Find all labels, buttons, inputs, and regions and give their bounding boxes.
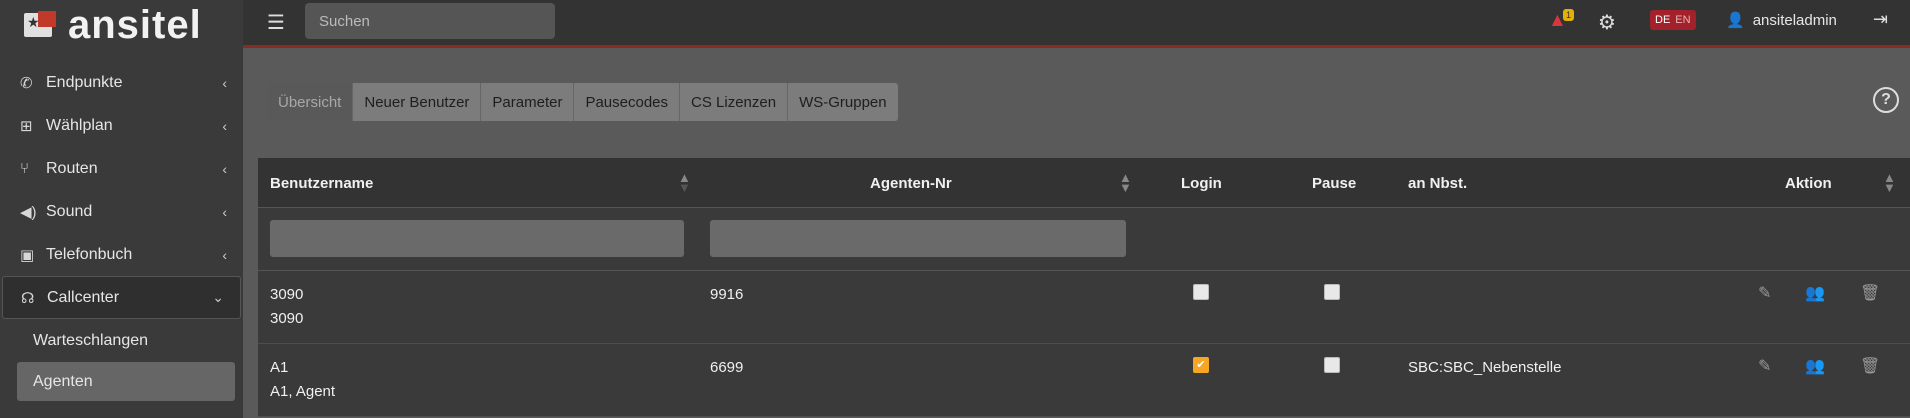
name-value: 3090 bbox=[270, 310, 304, 327]
sidebar-item-label: Sound bbox=[46, 202, 93, 220]
sidebar-item-label: Routen bbox=[46, 159, 98, 177]
address-book-icon: ▣ bbox=[20, 246, 35, 264]
cell-username: 3090 3090 bbox=[270, 283, 303, 331]
logo-text: ansitel bbox=[68, 3, 202, 47]
alert-button[interactable]: ▲ 1 bbox=[1548, 9, 1575, 32]
headset-icon: ☊ bbox=[21, 289, 35, 307]
sidebar: ★ ansitel ✆ Endpunkte ‹ ⊞ Wählplan ‹ ⑂ R… bbox=[0, 0, 243, 418]
alert-count-badge: 1 bbox=[1563, 9, 1575, 21]
menu-toggle-icon[interactable]: ☰ bbox=[267, 10, 285, 35]
chevron-left-icon: ‹ bbox=[222, 203, 227, 220]
col-header-username[interactable]: Benutzername bbox=[270, 158, 373, 208]
cell-username: A1 A1, Agent bbox=[270, 356, 335, 404]
edit-icon[interactable]: ✎ bbox=[1758, 283, 1771, 303]
tab-uebersicht[interactable]: Übersicht bbox=[267, 83, 354, 121]
sort-icon[interactable]: ▲ ▼ bbox=[1119, 171, 1132, 194]
username: ansiteladmin bbox=[1752, 11, 1837, 29]
lang-en-button[interactable]: EN bbox=[1675, 14, 1690, 26]
tab-cs-lizenzen[interactable]: CS Lizenzen bbox=[680, 83, 789, 121]
sidebar-item-sound[interactable]: ◀) Sound ‹ bbox=[0, 190, 243, 233]
agents-table: Benutzername ▲ ▼ Agenten-Nr ▲ ▼ Login Paus… bbox=[258, 158, 1910, 417]
col-header-action: Aktion bbox=[1785, 174, 1832, 192]
sidebar-subitem-warteschlangen[interactable]: Warteschlangen bbox=[0, 319, 243, 362]
chevron-left-icon: ‹ bbox=[222, 160, 227, 177]
trash-icon[interactable]: 🗑 bbox=[1860, 356, 1880, 376]
chevron-down-icon: ⌄ bbox=[212, 289, 224, 305]
sidebar-nav: ✆ Endpunkte ‹ ⊞ Wählplan ‹ ⑂ Routen ‹ ◀)… bbox=[0, 61, 243, 401]
users-icon[interactable]: 👥 bbox=[1805, 356, 1825, 376]
filter-username-input[interactable] bbox=[270, 220, 684, 257]
table-header: Benutzername ▲ ▼ Agenten-Nr ▲ ▼ Login Paus… bbox=[258, 158, 1910, 208]
user-cog-icon: 👤 bbox=[1726, 12, 1745, 29]
cell-agent-no: 6699 bbox=[710, 359, 744, 376]
sidebar-item-label: Endpunkte bbox=[46, 73, 123, 91]
branch-icon: ⑂ bbox=[20, 160, 30, 177]
sidebar-item-callcenter[interactable]: ☊ Callcenter ⌄ bbox=[2, 276, 241, 319]
sidebar-item-label: Wählplan bbox=[46, 116, 113, 134]
search-input[interactable] bbox=[305, 3, 555, 39]
phone-icon: ✆ bbox=[20, 74, 33, 92]
tab-ws-gruppen[interactable]: WS-Gruppen bbox=[788, 83, 898, 121]
col-header-login: Login bbox=[1181, 174, 1222, 192]
login-checkbox-checked[interactable]: ✔ bbox=[1193, 357, 1209, 373]
username-value: A1 bbox=[270, 359, 289, 376]
sitemap-icon: ⊞ bbox=[20, 117, 33, 135]
user-menu[interactable]: 👤 ansiteladmin bbox=[1726, 11, 1837, 30]
volume-icon: ◀) bbox=[20, 203, 37, 221]
sidebar-item-label: Callcenter bbox=[47, 288, 120, 306]
sidebar-item-endpunkte[interactable]: ✆ Endpunkte ‹ bbox=[0, 61, 243, 104]
pause-checkbox[interactable] bbox=[1324, 284, 1340, 300]
tab-pausecodes[interactable]: Pausecodes bbox=[574, 83, 681, 121]
tab-neuer-benutzer[interactable]: Neuer Benutzer bbox=[353, 83, 482, 121]
main-content: Übersicht Neuer Benutzer Parameter Pause… bbox=[243, 51, 1910, 418]
sort-asc-icon[interactable]: ▲ ▼ bbox=[678, 171, 691, 194]
edit-icon[interactable]: ✎ bbox=[1758, 356, 1771, 376]
users-icon[interactable]: 👥 bbox=[1805, 283, 1825, 303]
filter-row bbox=[258, 208, 1910, 271]
help-icon[interactable]: ? bbox=[1873, 87, 1899, 113]
username-value: 3090 bbox=[270, 286, 304, 303]
sort-icon[interactable]: ▲ ▼ bbox=[1883, 171, 1896, 194]
trash-icon[interactable]: 🗑 bbox=[1860, 283, 1880, 303]
pause-checkbox[interactable] bbox=[1324, 357, 1340, 373]
name-value: A1, Agent bbox=[270, 383, 336, 400]
lang-de-button[interactable]: DE bbox=[1655, 14, 1670, 26]
sidebar-item-label: Telefonbuch bbox=[46, 245, 133, 263]
table-row: A1 A1, Agent 6699 ✔ SBC:SBC_Nebenstelle … bbox=[258, 344, 1910, 417]
sidebar-subitem-agenten[interactable]: Agenten bbox=[17, 362, 235, 401]
chevron-left-icon: ‹ bbox=[222, 246, 227, 263]
language-switch: DE EN bbox=[1650, 10, 1696, 30]
sidebar-item-telefonbuch[interactable]: ▣ Telefonbuch ‹ bbox=[0, 233, 243, 276]
login-checkbox[interactable] bbox=[1193, 284, 1209, 300]
chevron-left-icon: ‹ bbox=[222, 74, 227, 91]
logout-icon[interactable]: ⇥ bbox=[1873, 9, 1888, 30]
cell-ext: SBC:SBC_Nebenstelle bbox=[1408, 359, 1562, 376]
logo[interactable]: ★ ansitel bbox=[0, 0, 243, 50]
logo-icon: ★ bbox=[24, 11, 60, 39]
tab-parameter[interactable]: Parameter bbox=[481, 83, 575, 121]
tab-bar: Übersicht Neuer Benutzer Parameter Pause… bbox=[267, 83, 898, 121]
chevron-left-icon: ‹ bbox=[222, 117, 227, 134]
table-row: 3090 3090 9916 ✎ 👥 🗑 bbox=[258, 271, 1910, 344]
col-header-pause: Pause bbox=[1312, 174, 1357, 192]
sidebar-item-routen[interactable]: ⑂ Routen ‹ bbox=[0, 147, 243, 190]
filter-agent-no-input[interactable] bbox=[710, 220, 1126, 257]
col-header-agent-no[interactable]: Agenten-Nr bbox=[870, 158, 952, 208]
sidebar-item-waehlplan[interactable]: ⊞ Wählplan ‹ bbox=[0, 104, 243, 147]
col-header-ext: an Nbst. bbox=[1408, 174, 1468, 192]
gear-icon[interactable]: ⚙ bbox=[1598, 10, 1616, 35]
topbar: ☰ ▲ 1 ⚙ DE EN 👤 ansiteladmin ⇥ bbox=[243, 0, 1910, 48]
cell-agent-no: 9916 bbox=[710, 286, 744, 303]
